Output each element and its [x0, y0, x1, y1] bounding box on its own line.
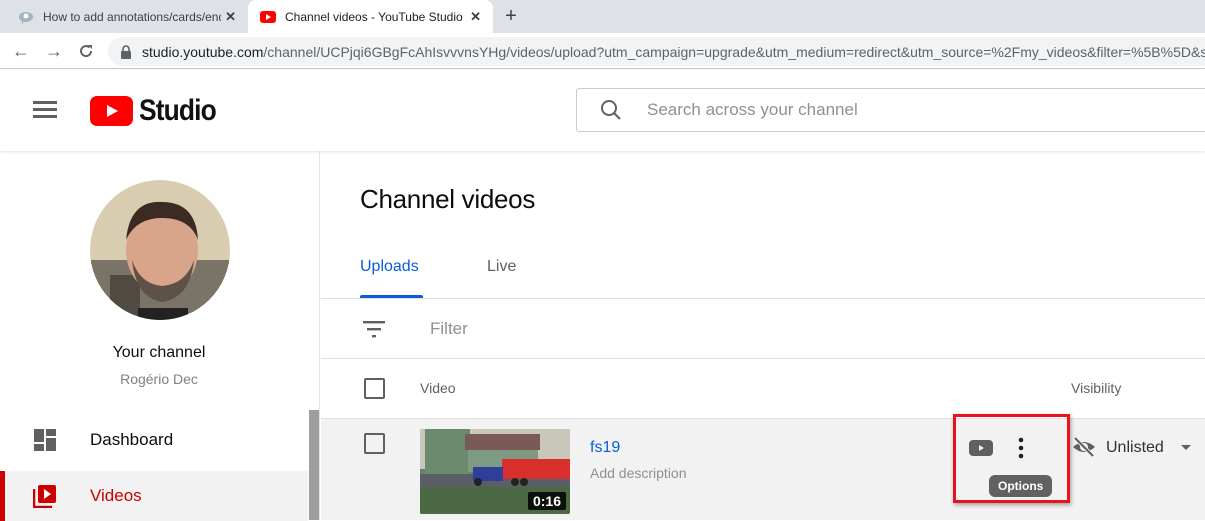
browser-tab-strip: How to add annotations/cards/end screens…	[0, 0, 1205, 33]
lock-icon	[121, 44, 131, 59]
avatar-photo	[90, 180, 230, 320]
search-input[interactable]: Search across your channel	[576, 88, 1205, 132]
logo-text: Studio	[139, 94, 217, 127]
table-row[interactable]: 0:16 fs19 Add description Options Unlist…	[321, 414, 1205, 520]
video-duration: 0:16	[527, 492, 566, 510]
sidebar-item-label: Dashboard	[90, 430, 174, 449]
page-title: Channel videos	[360, 184, 536, 214]
column-header-video[interactable]: Video	[420, 380, 456, 396]
filter-input[interactable]: Filter	[430, 319, 468, 339]
cloud-icon	[18, 9, 34, 25]
filter-icon[interactable]	[363, 320, 385, 338]
visibility-value[interactable]: Unlisted	[1106, 439, 1164, 457]
reload-button[interactable]	[74, 39, 98, 63]
address-bar[interactable]: studio.youtube.com/channel/UCPjqi6GBgFcA…	[108, 37, 1205, 66]
browser-tab-active[interactable]: Channel videos - YouTube Studio ✕	[248, 0, 493, 33]
back-button[interactable]: ←	[9, 39, 33, 63]
youtube-logo-icon	[90, 96, 133, 126]
more-options-icon[interactable]	[1011, 437, 1031, 459]
tab-live[interactable]: Live	[487, 258, 516, 276]
sidebar: Your channel Rogério Dec Dashboard Video…	[0, 151, 320, 521]
options-tooltip: Options	[989, 475, 1053, 497]
video-title-link[interactable]: fs19	[590, 439, 620, 457]
search-icon	[601, 100, 621, 120]
sidebar-scrollbar[interactable]	[309, 410, 319, 520]
visibility-dropdown-icon[interactable]	[1181, 445, 1191, 450]
close-tab-icon[interactable]: ✕	[470, 9, 481, 25]
new-tab-button[interactable]: +	[500, 4, 522, 28]
tab-uploads[interactable]: Uploads	[360, 258, 419, 276]
visibility-off-icon	[1073, 436, 1095, 458]
studio-logo[interactable]: Studio	[90, 94, 226, 128]
select-all-checkbox[interactable]	[364, 378, 385, 399]
tab-title: How to add annotations/cards/end screens	[43, 9, 221, 24]
browser-toolbar: ← → studio.youtube.com/channel/UCPjqi6GB…	[0, 33, 1205, 69]
close-tab-icon[interactable]: ✕	[225, 9, 236, 25]
table-header: Video Visibility	[321, 359, 1205, 418]
browser-tab-inactive[interactable]: How to add annotations/cards/end screens…	[8, 0, 248, 33]
sidebar-item-videos[interactable]: Videos	[0, 471, 308, 521]
video-description[interactable]: Add description	[590, 465, 687, 481]
menu-icon[interactable]	[33, 101, 57, 119]
forward-button[interactable]: →	[42, 39, 66, 63]
url-text: studio.youtube.com/channel/UCPjqi6GBgFcA…	[142, 44, 1205, 60]
youtube-icon	[260, 9, 276, 25]
video-thumbnail[interactable]: 0:16	[420, 429, 570, 514]
studio-header: Studio Search across your channel	[0, 70, 1205, 151]
videos-icon	[33, 485, 56, 508]
column-header-visibility[interactable]: Visibility	[1071, 380, 1121, 396]
search-placeholder: Search across your channel	[647, 100, 858, 119]
url-path: /channel/UCPjqi6GBgFcAhIsvvvnsYHg/videos…	[263, 43, 1205, 60]
row-checkbox[interactable]	[364, 433, 385, 454]
tab-title: Channel videos - YouTube Studio	[285, 9, 463, 24]
dashboard-icon	[34, 429, 56, 451]
your-channel-label: Your channel	[112, 344, 206, 361]
sidebar-item-label: Videos	[90, 486, 142, 505]
channel-avatar[interactable]	[90, 180, 230, 320]
sidebar-item-dashboard[interactable]: Dashboard	[0, 411, 308, 469]
url-host: studio.youtube.com	[142, 43, 264, 60]
channel-name: Rogério Dec	[120, 371, 198, 387]
reload-icon	[80, 45, 93, 58]
main-content: Channel videos Uploads Live Filter Video…	[321, 151, 1205, 520]
divider	[321, 298, 1205, 299]
view-on-youtube-icon[interactable]	[969, 439, 993, 457]
